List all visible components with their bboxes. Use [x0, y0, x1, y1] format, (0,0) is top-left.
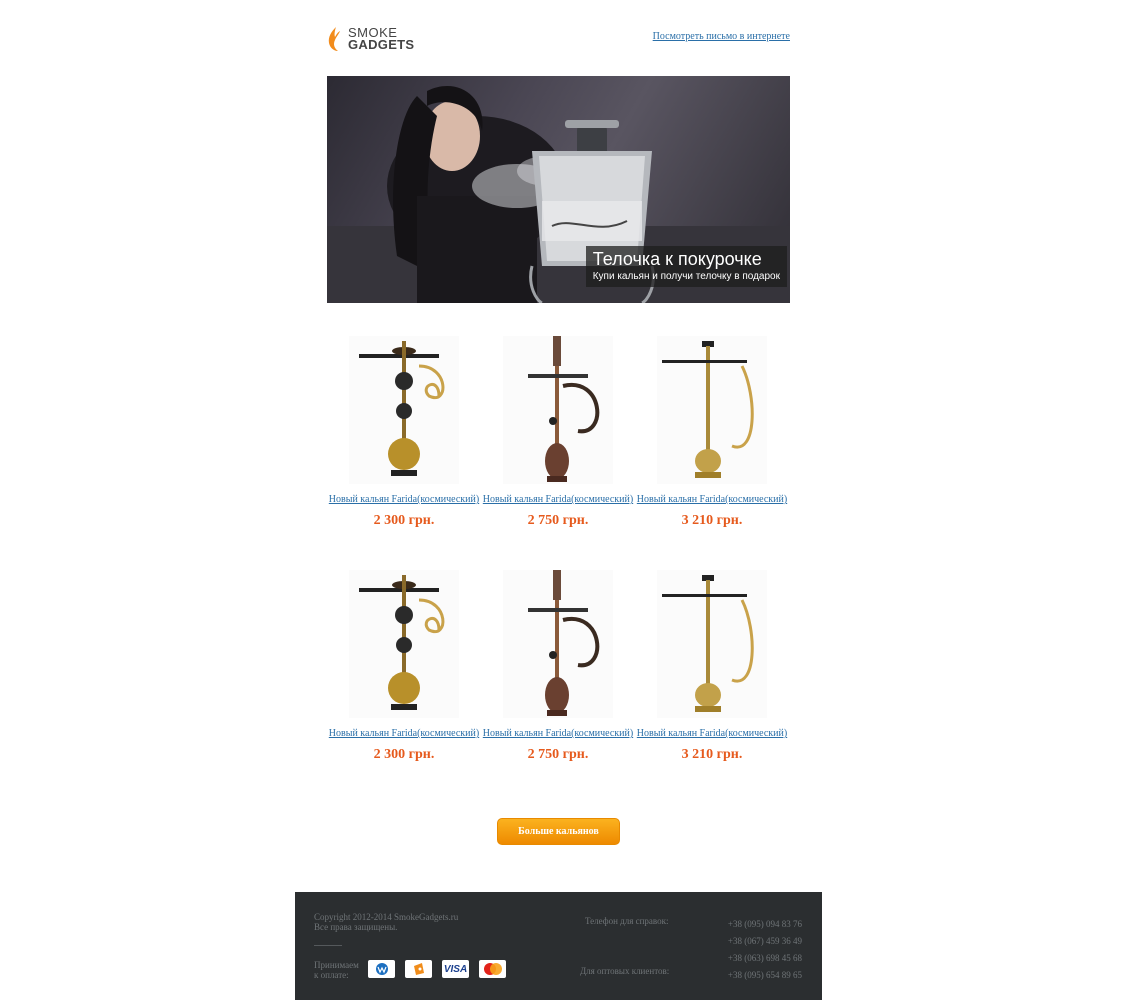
product-image[interactable] [503, 570, 613, 718]
product-card[interactable]: Новый кальян Farida(космический) 2 750 г… [481, 336, 635, 529]
phone-number[interactable]: +38 (063) 698 45 68 [728, 950, 802, 967]
hookah-icon [359, 575, 445, 710]
product-name-link[interactable]: Новый кальян Farida(космический) [481, 728, 635, 740]
product-price: 2 750 грн. [527, 747, 589, 762]
mastercard-icon [479, 960, 506, 978]
more-hookahs-button[interactable]: Больше кальянов [497, 818, 620, 845]
footer-divider [314, 945, 342, 946]
hookah-icon [528, 570, 600, 716]
visa-text: VISA [443, 963, 468, 975]
wholesale-label: Для оптовых клиентов: [580, 966, 670, 976]
promo-banner[interactable]: Телочка к покурочке Купи кальян и получи… [327, 76, 790, 303]
accept-line1: Принимаем [314, 960, 359, 970]
product-name-link[interactable]: Новый кальян Farida(космический) [327, 494, 481, 506]
logo[interactable]: SMOKE GADGETS [327, 25, 414, 53]
copyright-line1: Copyright 2012-2014 SmokeGadgets.ru [314, 912, 459, 922]
product-card[interactable]: Новый кальян Farida(космический) 2 300 г… [327, 570, 481, 763]
payment-icons: VISA [368, 960, 506, 978]
product-image[interactable] [657, 336, 767, 484]
phone-number[interactable]: +38 (095) 654 89 65 [728, 967, 802, 984]
product-card[interactable]: Новый кальян Farida(космический) 3 210 г… [635, 570, 789, 763]
footer: Copyright 2012-2014 SmokeGadgets.ru Все … [295, 892, 822, 1000]
phone-number[interactable]: +38 (067) 459 36 49 [728, 933, 802, 950]
product-price: 2 300 грн. [373, 747, 435, 762]
product-name-link[interactable]: Новый кальян Farida(космический) [327, 728, 481, 740]
product-price: 3 210 грн. [681, 513, 743, 528]
product-image[interactable] [349, 570, 459, 718]
phone-label: Телефон для справок: [585, 916, 669, 926]
product-image[interactable] [657, 570, 767, 718]
product-name-link[interactable]: Новый кальян Farida(космический) [635, 728, 789, 740]
flame-icon [328, 27, 340, 51]
copyright: Copyright 2012-2014 SmokeGadgets.ru Все … [314, 912, 458, 932]
product-name-link[interactable]: Новый кальян Farida(космический) [481, 494, 635, 506]
visa-icon: VISA [442, 960, 469, 978]
view-online-link[interactable]: Посмотреть письмо в интернете [653, 31, 790, 42]
hookah-icon [359, 341, 445, 476]
banner-subtitle: Купи кальян и получи телочку в подарок [592, 271, 780, 282]
phone-number[interactable]: +38 (095) 094 83 76 [728, 916, 802, 933]
banner-title: Телочка к покурочке [592, 249, 762, 269]
accept-line2: к оплате: [314, 970, 349, 980]
product-image[interactable] [503, 336, 613, 484]
product-price: 3 210 грн. [681, 747, 743, 762]
banner-caption: Телочка к покурочке Купи кальян и получи… [585, 246, 787, 287]
hookah-icon [528, 336, 600, 482]
product-card[interactable]: Новый кальян Farida(космический) 3 210 г… [635, 336, 789, 529]
product-image[interactable] [349, 336, 459, 484]
phone-list: +38 (095) 094 83 76 +38 (067) 459 36 49 … [728, 916, 802, 984]
yandex-money-icon [405, 960, 432, 978]
email-page: SMOKE GADGETS Посмотреть письмо в интерн… [0, 0, 1124, 1000]
product-price: 2 300 грн. [373, 513, 435, 528]
hookah-icon [662, 575, 754, 712]
product-price: 2 750 грн. [527, 513, 589, 528]
payment-label: Принимаем к оплате: [314, 960, 359, 980]
webmoney-icon [368, 960, 395, 978]
product-card[interactable]: Новый кальян Farida(космический) 2 300 г… [327, 336, 481, 529]
product-card[interactable]: Новый кальян Farida(космический) 2 750 г… [481, 570, 635, 763]
logo-line2: GADGETS [348, 37, 415, 52]
product-name-link[interactable]: Новый кальян Farida(космический) [635, 494, 789, 506]
copyright-line2: Все права защищены. [314, 922, 398, 932]
hookah-icon [662, 341, 754, 478]
